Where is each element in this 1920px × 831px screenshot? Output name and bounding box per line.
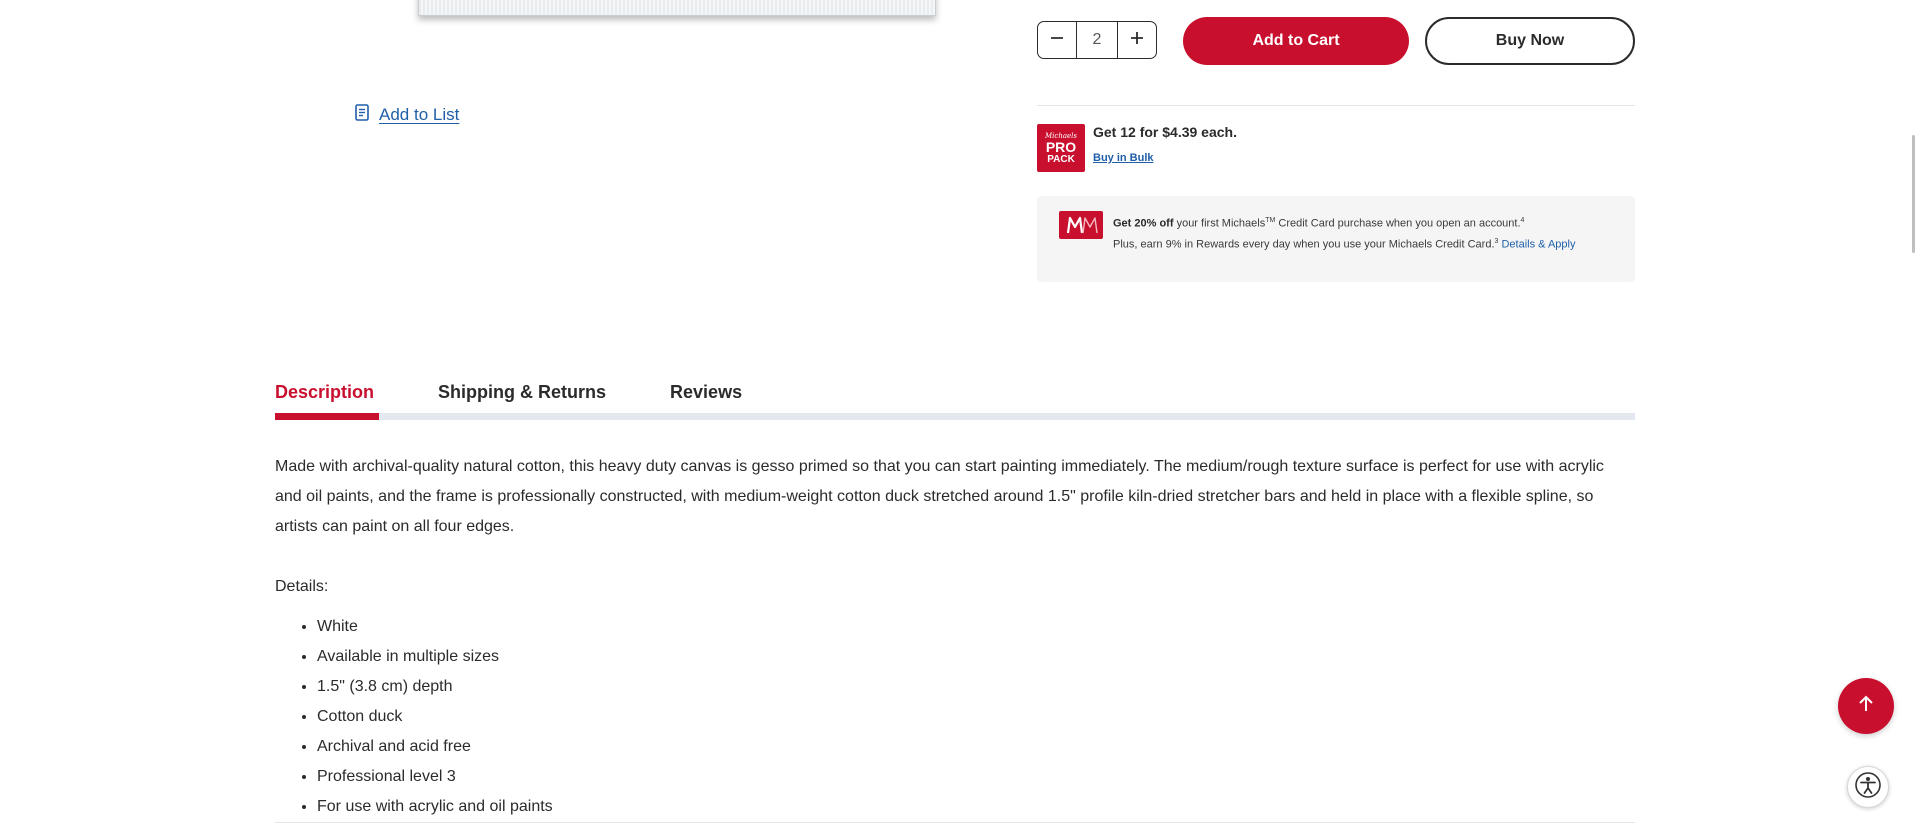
credit-card-logo-icon [1059,211,1103,239]
bulk-offer-text: Get 12 for $4.39 each. [1093,124,1237,140]
details-list: White Available in multiple sizes 1.5" (… [275,612,553,822]
add-to-cart-button[interactable]: Add to Cart [1183,17,1409,65]
product-tabs: Description Shipping & Returns Reviews [275,382,742,403]
quantity-input[interactable]: 2 [1076,22,1118,58]
product-image [418,0,936,16]
pro-pack-line1: PRO [1045,138,1077,155]
scrollbar[interactable] [1912,135,1915,253]
divider [1037,105,1635,106]
list-item: Archival and acid free [317,732,553,762]
list-item: 1.5" (3.8 cm) depth [317,672,553,702]
active-tab-indicator [275,413,379,420]
list-item: Available in multiple sizes [317,642,553,672]
minus-icon [1049,30,1065,51]
credit-tm: TM [1265,217,1276,224]
details-heading: Details: [275,578,329,595]
list-item: For use with acrylic and oil paints [317,792,553,822]
tab-shipping-returns[interactable]: Shipping & Returns [438,382,606,403]
accessibility-button[interactable] [1847,766,1889,808]
quantity-stepper: 2 [1037,21,1157,59]
buy-now-button[interactable]: Buy Now [1425,17,1635,65]
credit-promo-bold: Get 20% off [1113,217,1174,230]
list-item: Cotton duck [317,702,553,732]
arrow-up-icon [1856,694,1876,719]
pro-pack-badge: Michaels PRO PACK [1037,124,1085,172]
tab-description[interactable]: Description [275,382,374,403]
credit-footnote-4: 4 [1520,217,1525,224]
tab-reviews[interactable]: Reviews [670,382,742,403]
tab-track [275,413,1635,420]
add-to-list-button[interactable]: Add to List [355,104,459,126]
back-to-top-button[interactable] [1838,678,1894,734]
list-item: Professional level 3 [317,762,553,792]
accessibility-icon [1854,771,1882,804]
divider [275,822,1635,823]
increment-button[interactable] [1118,22,1156,58]
list-item: White [317,612,553,642]
credit-promo-text3: Plus, earn 9% in Rewards every day when … [1113,238,1495,251]
buy-in-bulk-link[interactable]: Buy in Bulk [1093,152,1154,164]
list-icon [355,104,369,126]
description-text: Made with archival-quality natural cotto… [275,458,1604,535]
add-to-list-label[interactable]: Add to List [379,105,459,125]
decrement-button[interactable] [1038,22,1076,58]
pro-pack-line2: PACK [1047,153,1075,165]
credit-promo-text2: Credit Card purchase when you open an ac… [1275,217,1521,230]
credit-promo-text: Get 20% off your first MichaelsTM Credit… [1113,212,1618,253]
details-apply-link[interactable]: Details & Apply [1501,238,1575,250]
plus-icon [1129,30,1145,51]
credit-promo-text1: your first Michaels [1173,217,1266,230]
credit-footnote-3: 3 [1494,237,1499,245]
